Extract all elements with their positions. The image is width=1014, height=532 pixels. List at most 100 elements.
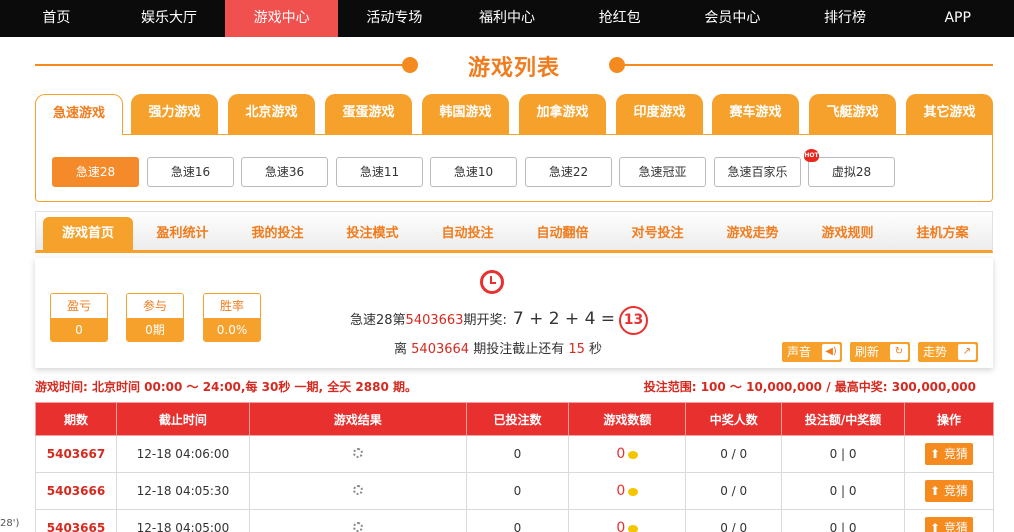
countdown: 离 5403664 期投注截止还有 15 秒: [394, 338, 602, 357]
tab-my-bets[interactable]: 我的投注: [235, 217, 320, 251]
header-action: 操作: [904, 402, 994, 436]
stat-participation: 参与 0期: [126, 293, 184, 342]
row-result: [248, 472, 467, 510]
tab-number-bet[interactable]: 对号投注: [615, 217, 700, 251]
table-header-row: 期数 截止时间 游戏结果 已投注数 游戏数额 中奖人数 投注额/中奖额 操作: [35, 402, 994, 436]
tab-bet-mode[interactable]: 投注模式: [330, 217, 415, 251]
draw-prefix: 急速28第: [350, 313, 406, 328]
countdown-unit: 秒: [589, 342, 603, 357]
tab-game-trend[interactable]: 游戏走势: [710, 217, 795, 251]
bet-range-info: 投注范围: 100 ～ 10,000,000 / 最高中奖: 300,000,0…: [643, 380, 976, 394]
row-bet-count: 0: [465, 509, 570, 532]
header-winners: 中奖人数: [685, 402, 783, 436]
game-button-fast16[interactable]: 急速16: [147, 157, 234, 187]
guess-button[interactable]: ⬆ 竞猜: [925, 443, 973, 465]
row-action: ⬆ 竞猜: [904, 472, 994, 510]
category-tab-korea[interactable]: 韩国游戏: [422, 94, 509, 134]
header-amount: 游戏数额: [568, 402, 687, 436]
row-amount: 0: [568, 509, 687, 532]
coin-icon: [628, 450, 639, 459]
row-bet-win: 0 | 0: [781, 509, 905, 532]
game-button-fast22[interactable]: 急速22: [525, 157, 612, 187]
row-issue[interactable]: 5403667: [35, 435, 117, 473]
tab-auto-bet[interactable]: 自动投注: [425, 217, 510, 251]
draw-suffix: 期开奖:: [463, 313, 507, 328]
nav-welfare[interactable]: 福利中心: [451, 0, 564, 37]
stat-participation-value: 0期: [127, 318, 183, 341]
nav-home[interactable]: 首页: [0, 0, 113, 37]
category-tab-fast[interactable]: 急速游戏: [35, 94, 123, 135]
row-bet-count: 0: [465, 435, 570, 473]
row-winners: 0 / 0: [685, 509, 783, 532]
countdown-issue: 5403664: [411, 342, 470, 357]
trend-label: 走势: [923, 345, 948, 359]
row-bet-count: 0: [465, 472, 570, 510]
category-tab-other[interactable]: 其它游戏: [906, 94, 993, 134]
sound-button[interactable]: 声音 ◀): [782, 342, 842, 362]
nav-member-center[interactable]: 会员中心: [676, 0, 789, 37]
tab-auto-plan[interactable]: 挂机方案: [900, 217, 985, 251]
title-divider-right: [624, 64, 993, 66]
category-tab-egg[interactable]: 蛋蛋游戏: [325, 94, 412, 134]
row-amount-value: 0: [616, 483, 626, 499]
stat-profit-value: 0: [51, 318, 107, 341]
tab-game-rules[interactable]: 游戏规则: [805, 217, 890, 251]
trend-button[interactable]: 走势 ↗: [918, 342, 978, 362]
row-issue[interactable]: 5403665: [35, 509, 117, 532]
nav-leaderboard[interactable]: 排行榜: [789, 0, 902, 37]
trend-chart-icon: ↗: [958, 344, 976, 360]
row-winners: 0 / 0: [685, 435, 783, 473]
header-issue: 期数: [35, 402, 117, 436]
loading-spinner-icon: [352, 522, 363, 532]
page-title: 游戏列表: [467, 56, 560, 81]
game-button-fast-baccarat[interactable]: 急速百家乐: [714, 157, 801, 187]
draw-numbers: 7 + 2 + 4 =: [512, 309, 616, 329]
draw-result: 急速28第5403663期开奖: 7 + 2 + 4 = 13: [350, 305, 649, 335]
game-selector: 急速28 急速16 急速36 急速11 急速10 急速22 急速冠亚 急速百家乐…: [35, 134, 993, 202]
row-amount: 0: [568, 435, 687, 473]
guess-button[interactable]: ⬆ 竞猜: [925, 517, 973, 532]
game-button-fast28[interactable]: 急速28: [52, 157, 139, 187]
sound-label: 声音: [787, 345, 812, 359]
refresh-button[interactable]: 刷新 ↻: [850, 342, 910, 362]
countdown-seconds: 15: [568, 342, 585, 357]
category-tab-india[interactable]: 印度游戏: [616, 94, 703, 134]
row-amount: 0: [568, 472, 687, 510]
game-button-virtual28[interactable]: 虚拟28: [808, 157, 895, 187]
tab-game-home[interactable]: 游戏首页: [43, 217, 133, 251]
game-button-fast36[interactable]: 急速36: [241, 157, 328, 187]
edge-text: 28'): [0, 518, 20, 529]
game-button-fast11[interactable]: 急速11: [336, 157, 423, 187]
stat-participation-label: 参与: [127, 294, 183, 318]
nav-red-packet[interactable]: 抢红包: [563, 0, 676, 37]
category-tab-beijing[interactable]: 北京游戏: [228, 94, 315, 134]
row-bet-win: 0 | 0: [781, 472, 905, 510]
category-tab-airship[interactable]: 飞艇游戏: [809, 94, 896, 134]
hot-badge-icon: HOT: [804, 149, 819, 162]
row-action: ⬆ 竞猜: [904, 435, 994, 473]
header-bet-win: 投注额/中奖额: [781, 402, 905, 436]
category-tab-canada[interactable]: 加拿游戏: [519, 94, 606, 134]
row-deadline: 12-18 04:05:30: [115, 472, 250, 510]
row-deadline: 12-18 04:05:00: [115, 509, 250, 532]
draw-issue: 5403663: [405, 313, 464, 328]
header-bet-count: 已投注数: [465, 402, 570, 436]
category-tab-power[interactable]: 强力游戏: [131, 94, 218, 134]
nav-events[interactable]: 活动专场: [338, 0, 451, 37]
game-sub-tabs: 游戏首页 盈利统计 我的投注 投注模式 自动投注 自动翻倍 对号投注 游戏走势 …: [35, 211, 993, 253]
game-button-fast10[interactable]: 急速10: [430, 157, 517, 187]
nav-game-center[interactable]: 游戏中心: [225, 0, 339, 37]
row-issue[interactable]: 5403666: [35, 472, 117, 510]
stat-winrate-label: 胜率: [204, 294, 260, 318]
loading-spinner-icon: [352, 485, 363, 495]
nav-entertainment-hall[interactable]: 娱乐大厅: [113, 0, 226, 37]
guess-button[interactable]: ⬆ 竞猜: [925, 480, 973, 502]
tab-auto-double[interactable]: 自动翻倍: [520, 217, 605, 251]
nav-app[interactable]: APP: [901, 0, 1014, 37]
game-button-fast-champion[interactable]: 急速冠亚: [619, 157, 706, 187]
lottery-panel: 盈亏 0 参与 0期 胜率 0.0% 急速28第5403663期开奖: 7 + 2…: [35, 258, 993, 368]
row-bet-win: 0 | 0: [781, 435, 905, 473]
category-tab-racing[interactable]: 赛车游戏: [712, 94, 799, 134]
guess-button-label: 竞猜: [943, 521, 968, 532]
tab-profit-stats[interactable]: 盈利统计: [140, 217, 225, 251]
